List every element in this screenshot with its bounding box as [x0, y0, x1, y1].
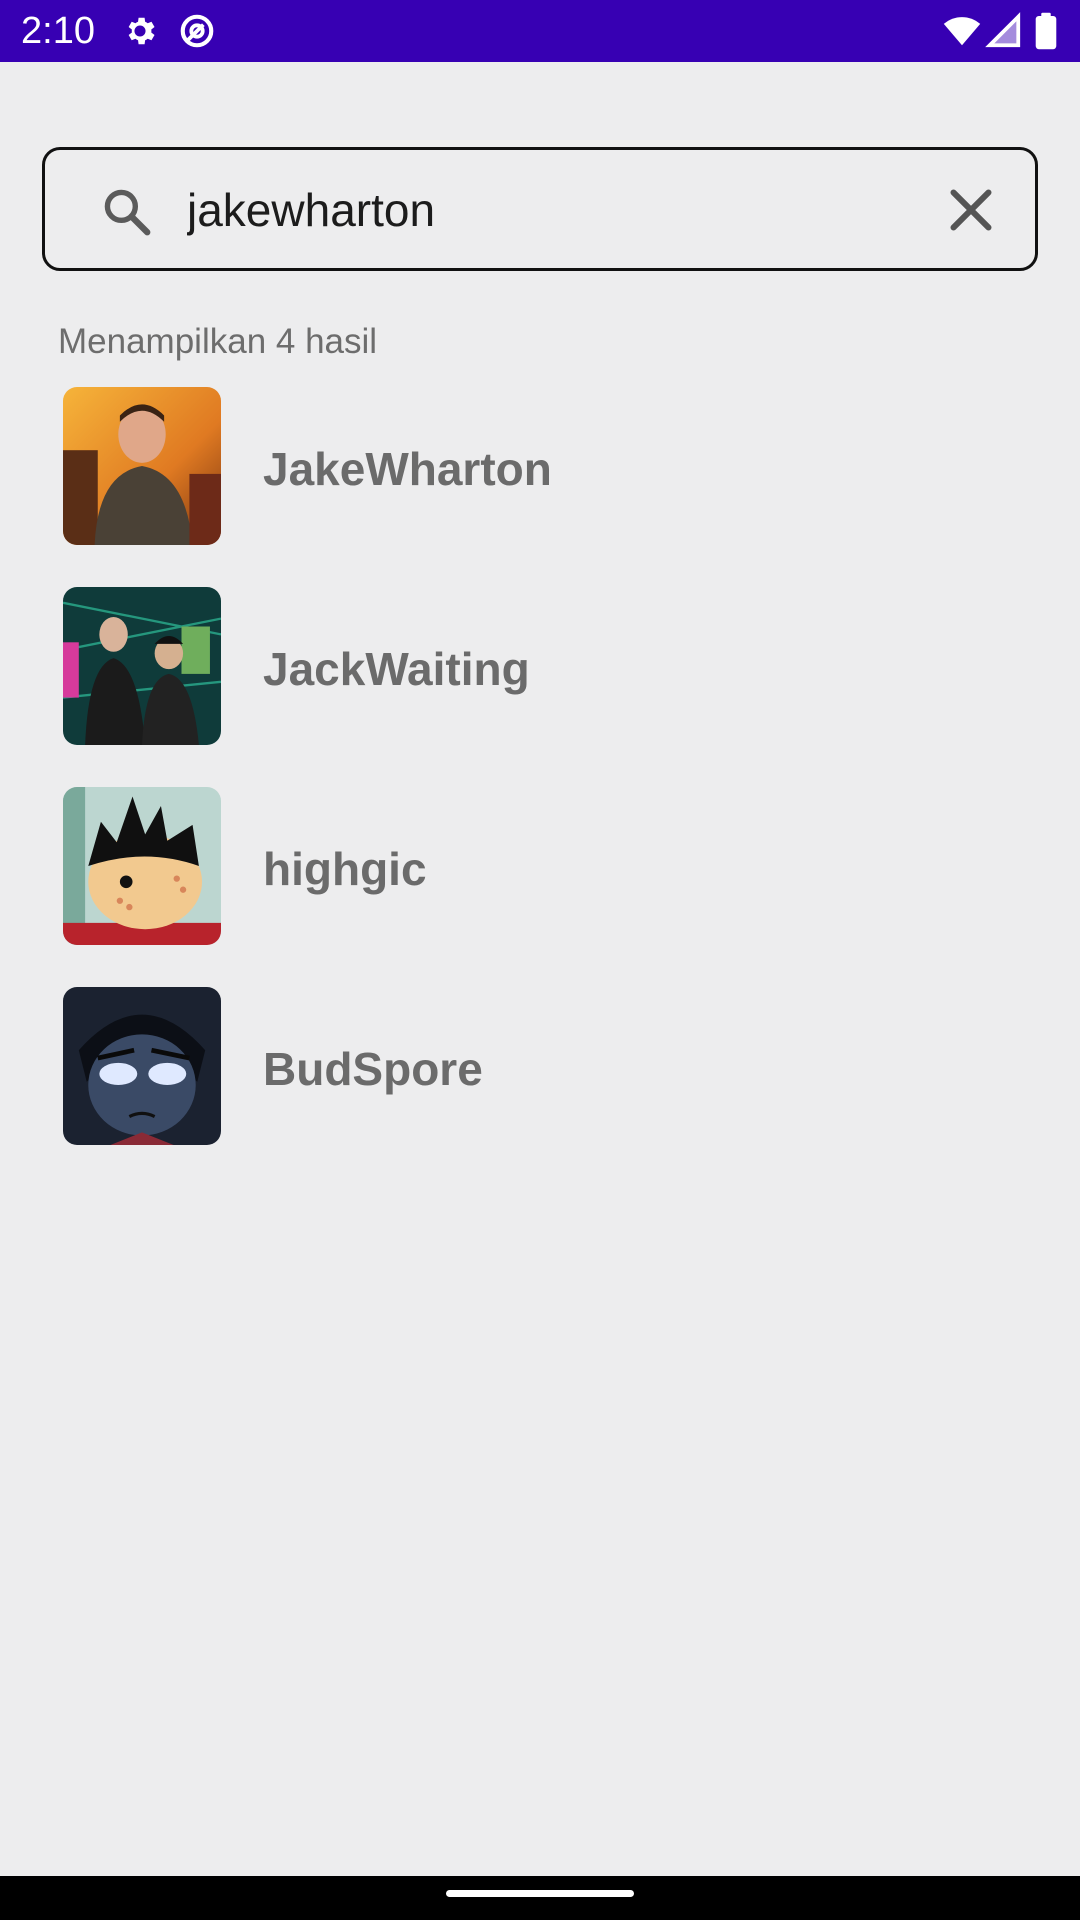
avatar [63, 387, 221, 545]
wifi-icon [943, 12, 981, 50]
navigation-bar [0, 1876, 1080, 1920]
result-count: Menampilkan 4 hasil [58, 322, 378, 361]
search-icon [100, 185, 154, 239]
list-item[interactable]: highgic [0, 785, 1080, 985]
status-time: 2:10 [21, 10, 95, 52]
avatar [63, 787, 221, 945]
avatar [63, 987, 221, 1145]
list-item[interactable]: JakeWharton [0, 385, 1080, 585]
status-bar: 2:10 [0, 0, 1080, 62]
list-item[interactable]: JackWaiting [0, 585, 1080, 785]
battery-icon [1030, 12, 1062, 50]
username: highgic [263, 843, 427, 895]
sync-icon [178, 12, 216, 50]
signal-icon [985, 12, 1023, 50]
close-icon[interactable] [941, 180, 1001, 240]
avatar [63, 587, 221, 745]
username: JakeWharton [263, 443, 552, 495]
search-input[interactable] [187, 174, 927, 246]
search-box[interactable] [42, 147, 1038, 271]
username: BudSpore [263, 1043, 483, 1095]
result-list: JakeWharton JackWaiting highgic BudSpore [0, 385, 1080, 1185]
gear-icon [121, 12, 159, 50]
username: JackWaiting [263, 643, 530, 695]
home-indicator[interactable] [446, 1890, 634, 1897]
list-item[interactable]: BudSpore [0, 985, 1080, 1185]
